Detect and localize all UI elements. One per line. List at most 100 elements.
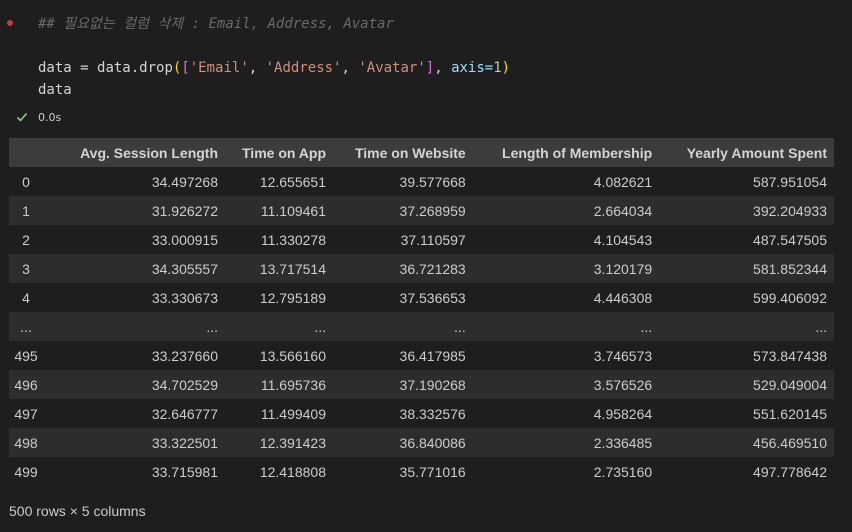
table-cell: 3.576526 [472, 370, 660, 399]
cell-status-dot [7, 20, 13, 26]
table-header-row: Avg. Session Length Time on App Time on … [9, 138, 834, 167]
table-cell: 34.305557 [53, 254, 226, 283]
table-cell: 31.926272 [53, 196, 226, 225]
table-cell: 573.847438 [659, 341, 834, 370]
code-token: 'Avatar' [358, 60, 426, 76]
table-cell: 37.536653 [333, 283, 473, 312]
dataframe-output: Avg. Session Length Time on App Time on … [9, 138, 835, 486]
code-line-drop: data = data.drop(['Email', 'Address', 'A… [38, 59, 510, 77]
table-cell: 36.417985 [333, 341, 473, 370]
table-cell: 12.391423 [225, 428, 333, 457]
table-cell: 4.958264 [472, 399, 660, 428]
table-cell: 11.109461 [225, 196, 333, 225]
table-cell: 3.746573 [472, 341, 660, 370]
code-line-data: data [38, 82, 72, 98]
table-cell: 32.646777 [53, 399, 226, 428]
code-token: ) [501, 60, 511, 76]
table-cell: 34.497268 [53, 167, 226, 196]
table-cell: 13.717514 [225, 254, 333, 283]
table-cell: 587.951054 [659, 167, 834, 196]
row-index: 3 [9, 254, 53, 283]
table-cell: 12.418808 [225, 457, 333, 486]
table-cell: 13.566160 [225, 341, 333, 370]
code-token: , [434, 60, 452, 76]
table-cell: 37.190268 [333, 370, 473, 399]
row-index: 0 [9, 167, 53, 196]
table-cell: 4.104543 [472, 225, 660, 254]
table-cell: 599.406092 [659, 283, 834, 312]
table-cell: 3.120179 [472, 254, 660, 283]
code-token: , [248, 60, 266, 76]
column-header: Time on App [225, 138, 333, 167]
table-cell: 36.721283 [333, 254, 473, 283]
table-row: 2 33.000915 11.330278 37.110597 4.104543 487.… [9, 225, 834, 254]
table-cell: 33.237660 [53, 341, 226, 370]
table-row: 3 34.305557 13.717514 36.721283 3.120179 581.… [9, 254, 834, 283]
execution-time: 0.0s [38, 110, 62, 124]
table-cell: ... [225, 312, 333, 341]
column-header: Length of Membership [472, 138, 660, 167]
row-index: 498 [9, 428, 53, 457]
table-cell: 36.840086 [333, 428, 473, 457]
table-row: 1 31.926272 11.109461 37.268959 2.664034 392.… [9, 196, 834, 225]
table-row: 497 32.646777 11.499409 38.332576 4.958264 55… [9, 399, 834, 428]
code-token: , [341, 60, 359, 76]
column-header: Yearly Amount Spent [659, 138, 834, 167]
row-index: 495 [9, 341, 53, 370]
code-token: ] [425, 60, 435, 76]
table-cell: ... [659, 312, 834, 341]
table-cell: 37.110597 [333, 225, 473, 254]
code-editor[interactable]: ## 필요없는 컬럼 삭제 : Email, Address, Avatar d… [0, 0, 852, 104]
table-cell: 2.336485 [472, 428, 660, 457]
table-cell: 529.049004 [659, 370, 834, 399]
code-token: data.drop [97, 60, 173, 76]
table-cell: 4.446308 [472, 283, 660, 312]
code-comment: ## 필요없는 컬럼 삭제 : Email, Address, Avatar [38, 16, 394, 32]
table-row: 0 34.497268 12.655651 39.577668 4.082621 587.… [9, 167, 834, 196]
table-cell: 33.000915 [53, 225, 226, 254]
table-cell: 487.547505 [659, 225, 834, 254]
row-index: 4 [9, 283, 53, 312]
table-cell: 11.695736 [225, 370, 333, 399]
table-cell: 11.330278 [225, 225, 333, 254]
table-cell: 34.702529 [53, 370, 226, 399]
table-cell: 581.852344 [659, 254, 834, 283]
check-icon [16, 111, 28, 123]
row-index: 497 [9, 399, 53, 428]
code-token: data [38, 60, 72, 76]
table-row: .................. [9, 312, 834, 341]
code-token: 'Address' [265, 60, 342, 76]
code-token: 1 [493, 60, 502, 76]
row-index: 1 [9, 196, 53, 225]
table-row: 4 33.330673 12.795189 37.536653 4.446308 599.… [9, 283, 834, 312]
code-token: axis= [451, 60, 494, 76]
table-cell: 33.715981 [53, 457, 226, 486]
table-cell: 37.268959 [333, 196, 473, 225]
table-cell: 33.322501 [53, 428, 226, 457]
execution-status: 0.0s [16, 108, 61, 126]
table-row: 498 33.322501 12.391423 36.840086 2.336485 45… [9, 428, 834, 457]
table-cell: 33.330673 [53, 283, 226, 312]
row-index: 499 [9, 457, 53, 486]
table-cell: 12.795189 [225, 283, 333, 312]
table-cell: ... [53, 312, 226, 341]
table-cell: 39.577668 [333, 167, 473, 196]
column-header: Time on Website [333, 138, 473, 167]
column-header: Avg. Session Length [53, 138, 226, 167]
table-row: 496 34.702529 11.695736 37.190268 3.576526 52… [9, 370, 834, 399]
table-cell: 35.771016 [333, 457, 473, 486]
code-token: [ [181, 60, 190, 76]
table-cell: 12.655651 [225, 167, 333, 196]
table-cell: ... [472, 312, 660, 341]
table-cell: 392.204933 [659, 196, 834, 225]
table-cell: 38.332576 [333, 399, 473, 428]
column-header-index [9, 138, 53, 167]
table-cell: 2.735160 [472, 457, 660, 486]
row-index: 496 [9, 370, 53, 399]
table-row: 495 33.237660 13.566160 36.417985 3.746573 57… [9, 341, 834, 370]
notebook-cell: ## 필요없는 컬럼 삭제 : Email, Address, Avatar d… [0, 0, 852, 532]
table-cell: 551.620145 [659, 399, 834, 428]
table-cell: 2.664034 [472, 196, 660, 225]
dataframe-table: Avg. Session Length Time on App Time on … [9, 138, 834, 486]
row-index: ... [9, 312, 53, 341]
